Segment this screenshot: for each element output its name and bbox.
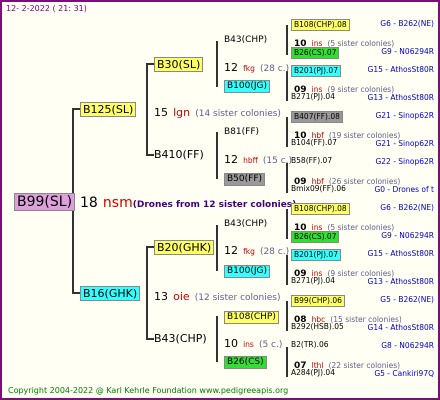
- root-mating: 18 nsm(Drones from 12 sister colonies): [80, 194, 296, 210]
- mating-note: (Drones from 12 sister colonies): [132, 200, 297, 210]
- gen5-queen[interactable]: B201(PJ).07: [291, 65, 341, 77]
- gen5-queen[interactable]: B407(FF).08: [291, 111, 343, 123]
- mating-count: 12: [224, 153, 238, 166]
- mating-note: (5 c.): [258, 340, 283, 350]
- gen5-queen[interactable]: B99(CHP).06: [291, 295, 345, 307]
- connector: [286, 255, 288, 285]
- connector: [146, 63, 148, 155]
- gen5-queen[interactable]: A284(PJ).04: [291, 369, 335, 377]
- mating-code: fkg: [243, 247, 255, 256]
- connector: [286, 301, 288, 331]
- pedigree-frame: 12- 2-2022 ( 21: 31) B99(SL) 18 nsm(Dron…: [0, 0, 440, 400]
- gen5-lineage: G6 - B262(NE): [380, 203, 434, 212]
- gen5-lineage: G6 - B262(NE): [380, 19, 434, 28]
- connector: [286, 25, 288, 55]
- gen5-lineage: G21 - Sinop62R: [375, 111, 434, 120]
- connector: [146, 154, 154, 156]
- mating-count: 13: [154, 290, 168, 303]
- gen5-lineage: G13 - AthosSt80R: [367, 93, 434, 102]
- gen5-lineage: G5 - Cankiri97Q: [374, 369, 434, 378]
- gen5-queen[interactable]: B201(PJ).07: [291, 249, 341, 261]
- connector: [216, 225, 218, 271]
- connector: [286, 163, 288, 193]
- mating-count: 12: [224, 61, 238, 74]
- gen4-queen[interactable]: B50(FF): [224, 173, 266, 186]
- root-queen[interactable]: B99(SL): [14, 193, 76, 211]
- mating-code: ins: [243, 340, 254, 349]
- gen4-queen[interactable]: B26(CS): [224, 356, 267, 369]
- connector: [72, 108, 80, 110]
- connector: [146, 246, 154, 248]
- mating-note: (12 sister colonies): [194, 293, 281, 303]
- gen4-queen[interactable]: B100(JG): [224, 80, 271, 93]
- gen3-queen[interactable]: B30(SL): [154, 57, 204, 72]
- gen4-queen[interactable]: B43(CHP): [224, 36, 267, 45]
- mating-code: lgn: [173, 106, 191, 119]
- connector: [286, 209, 288, 239]
- mating-note: (14 sister colonies): [195, 109, 281, 119]
- header-date: 12- 2-2022 ( 21: 31): [6, 4, 87, 13]
- gen5-lineage: G8 - N06294R: [381, 341, 434, 350]
- gen5-lineage: G0 - Drones of t: [374, 185, 434, 194]
- gen3-mating: 12 fkg (28 c.): [224, 241, 289, 257]
- gen5-queen[interactable]: B2(TR).06: [291, 341, 329, 349]
- gen5-queen[interactable]: B271(PJ).04: [291, 277, 335, 285]
- gen5-queen[interactable]: B104(FF).07: [291, 139, 337, 147]
- mating-count: 12: [224, 244, 238, 257]
- connector: [286, 117, 288, 147]
- gen5-lineage: G22 - Sinop62R: [375, 157, 434, 166]
- gen2-queen[interactable]: B125(SL): [80, 102, 137, 117]
- gen5-queen[interactable]: B108(CHP).08: [291, 203, 350, 215]
- gen5-lineage: G9 - N06294R: [381, 47, 434, 56]
- gen3-queen[interactable]: B43(CHP): [154, 333, 207, 344]
- gen3-mating: 12 fkg (28 c.): [224, 58, 289, 74]
- gen2-mating: 13 oie (12 sister colonies): [154, 287, 280, 303]
- connector: [216, 41, 218, 87]
- gen5-queen[interactable]: B271(PJ).04: [291, 93, 335, 101]
- connector: [146, 338, 154, 340]
- mating-code: nsm: [102, 195, 133, 211]
- watermark: [122, 152, 134, 192]
- gen4-queen[interactable]: B100(JG): [224, 265, 271, 278]
- mating-note: (15 c.): [262, 156, 293, 166]
- gen4-queen[interactable]: B43(CHP): [224, 220, 267, 229]
- mating-count: 15: [154, 106, 168, 119]
- mating-code: oie: [173, 290, 190, 303]
- footer-copyright: Copyright 2004-2022 @ Karl Kehrle Founda…: [8, 386, 289, 395]
- gen5-lineage: G15 - AthosSt80R: [367, 65, 434, 74]
- connector: [146, 63, 154, 65]
- mating-count: 18: [80, 195, 98, 211]
- gen3-mating: 12 hbff (15 c.): [224, 150, 292, 166]
- gen5-lineage: G21 - Sinop62R: [375, 139, 434, 148]
- gen5-lineage: G9 - N06294R: [381, 231, 434, 240]
- gen3-mating: 10 ins (5 c.): [224, 334, 282, 350]
- connector: [216, 132, 218, 179]
- gen5-lineage: G13 - AthosSt80R: [367, 277, 434, 286]
- connector: [146, 246, 148, 339]
- gen5-queen[interactable]: B292(HSB).05: [291, 323, 344, 331]
- connector: [286, 71, 288, 101]
- gen5-queen[interactable]: Bmix09(FF).06: [291, 185, 346, 193]
- gen5-lineage: G14 - AthosSt80R: [367, 323, 434, 332]
- gen4-queen[interactable]: B81(FF): [224, 128, 259, 137]
- gen5-queen[interactable]: B58(FF).07: [291, 157, 332, 165]
- gen5-lineage: G15 - AthosSt80R: [367, 249, 434, 258]
- gen5-queen[interactable]: B26(CS).07: [291, 47, 340, 59]
- connector: [216, 316, 218, 362]
- connector: [286, 347, 288, 377]
- connector: [72, 292, 80, 294]
- gen5-lineage: G5 - B262(NE): [380, 295, 434, 304]
- gen3-queen[interactable]: B410(FF): [154, 149, 204, 160]
- mating-code: fkg: [243, 64, 255, 73]
- gen2-mating: 15 lgn (14 sister colonies): [154, 103, 281, 119]
- gen3-queen[interactable]: B20(GHK): [154, 240, 215, 255]
- gen4-queen[interactable]: B108(CHP): [224, 311, 279, 324]
- mating-note: (28 c.): [259, 64, 290, 74]
- mating-count: 10: [224, 337, 238, 350]
- gen2-queen[interactable]: B16(GHK): [80, 286, 141, 301]
- mating-code: hbff: [243, 156, 258, 165]
- gen5-queen[interactable]: B108(CHP).08: [291, 19, 350, 31]
- mating-note: (28 c.): [259, 247, 290, 257]
- gen5-queen[interactable]: B26(CS).07: [291, 231, 340, 243]
